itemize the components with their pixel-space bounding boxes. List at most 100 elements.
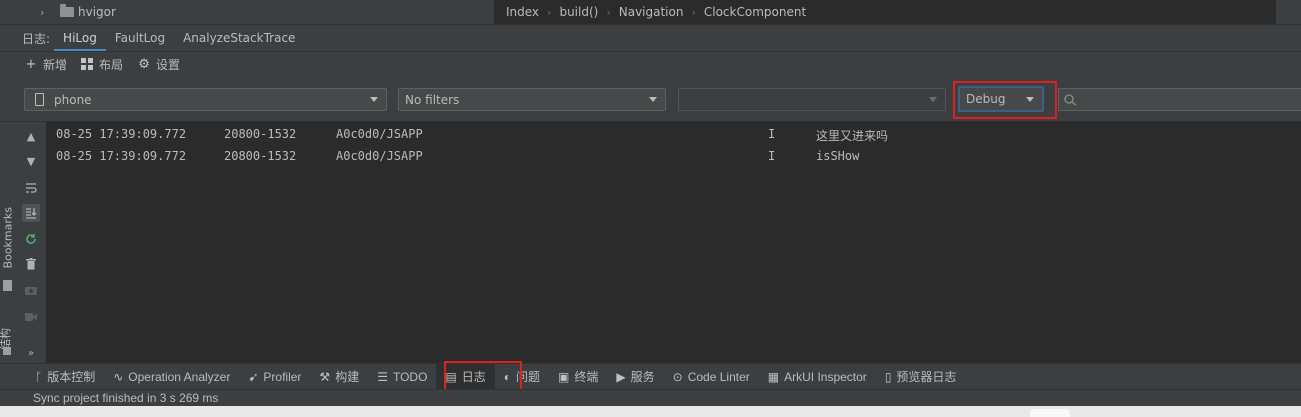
breadcrumb-item[interactable]: Index <box>506 5 539 19</box>
chart-icon: ∿ <box>113 369 124 384</box>
tab-analyze-stack-trace[interactable]: AnalyzeStackTrace <box>174 25 304 52</box>
tool-label: 终端 <box>574 370 599 384</box>
tool-label: 版本控制 <box>47 370 96 384</box>
list-icon: ☰ <box>377 369 388 384</box>
linter-icon: ⊙ <box>672 369 683 384</box>
chevron-right-icon: › <box>691 5 696 19</box>
filter-row: phone No filters Debug <box>0 76 1301 122</box>
editor-gutter <box>1276 0 1301 24</box>
breadcrumb-item[interactable]: Navigation <box>619 5 684 19</box>
scroll-down-icon[interactable]: ▼ <box>22 152 40 170</box>
version-control-button[interactable]: ᚴ 版本控制 <box>26 364 104 390</box>
log-actions-column: ▲ ▼ » <box>16 122 46 363</box>
gear-icon: ⚙ <box>138 56 150 72</box>
inspector-icon: ▦ <box>767 369 780 384</box>
log-pid: 20800-1532 <box>224 127 297 141</box>
chevron-down-icon <box>929 97 937 102</box>
structure-icon <box>3 347 11 355</box>
grid-icon <box>81 58 94 70</box>
log-message: 这里又进来吗 <box>816 129 889 143</box>
highlight-box <box>953 81 1057 119</box>
layout-button[interactable]: 布局 <box>81 56 123 73</box>
folder-name: hvigor <box>78 5 116 19</box>
device-value: phone <box>54 92 92 107</box>
log-output[interactable]: 08-25 17:39:09.772 20800-1532 A0c0d0/JSA… <box>46 122 1301 363</box>
tab-faultlog[interactable]: FaultLog <box>106 25 174 52</box>
filter-select[interactable]: No filters <box>398 88 666 111</box>
tool-label: 预览器日志 <box>896 370 957 384</box>
chevron-right-icon: › <box>606 5 611 19</box>
settings-label: 设置 <box>156 57 181 72</box>
chevron-down-icon <box>649 97 657 102</box>
branch-icon: ᚴ <box>35 369 43 384</box>
terminal-button[interactable]: ▣ 终端 <box>549 364 607 390</box>
log-time: 08-25 17:39:09.772 <box>56 127 187 141</box>
camera-icon[interactable] <box>22 281 40 299</box>
restart-icon[interactable] <box>22 230 40 248</box>
footer-tab <box>1030 409 1070 417</box>
status-message[interactable]: Sync project finished in 3 s 269 ms <box>33 391 218 405</box>
profiler-button[interactable]: ➹ Profiler <box>239 364 310 390</box>
tool-window-label: 日志: <box>22 31 51 46</box>
soft-wrap-icon[interactable] <box>22 179 40 197</box>
tool-label: Profiler <box>263 369 302 384</box>
video-icon[interactable] <box>22 308 40 326</box>
log-row: 08-25 17:39:09.772 20800-1532 A0c0d0/JSA… <box>46 147 1301 165</box>
new-label: 新增 <box>43 57 68 72</box>
breadcrumb: Index › build() › Navigation › ClockComp… <box>494 0 1276 24</box>
search-icon <box>1064 93 1077 106</box>
left-side-rail: Bookmarks 结构 <box>0 122 16 363</box>
log-tab-bar: 日志: HiLog FaultLog AnalyzeStackTrace <box>0 24 1301 52</box>
scroll-to-end-icon[interactable] <box>22 204 40 222</box>
arkui-inspector-button[interactable]: ▦ ArkUI Inspector <box>759 364 876 390</box>
log-level: I <box>768 127 776 141</box>
services-button[interactable]: ▶ 服务 <box>607 364 663 390</box>
layout-label: 布局 <box>99 57 124 72</box>
tool-label: ArkUI Inspector <box>784 369 867 384</box>
build-button[interactable]: ⚒ 构建 <box>310 364 368 390</box>
previewer-log-button[interactable]: ▯ 预览器日志 <box>876 364 966 390</box>
device-select[interactable]: phone <box>24 88 387 111</box>
bottom-tool-bar: ᚴ 版本控制 ∿ Operation Analyzer ➹ Profiler ⚒ 构建 … <box>0 363 1301 390</box>
tool-label: Code Linter <box>687 369 750 384</box>
code-linter-button[interactable]: ⊙ Code Linter <box>664 364 759 390</box>
process-select[interactable] <box>678 88 946 111</box>
chevron-down-icon <box>370 97 378 102</box>
footer-strip <box>0 406 1301 417</box>
filter-value: No filters <box>405 92 460 107</box>
plus-icon: + <box>25 56 37 72</box>
document-icon: ▯ <box>884 369 892 384</box>
log-row: 08-25 17:39:09.772 20800-1532 A0c0d0/JSA… <box>46 125 1301 143</box>
log-tag: A0c0d0/JSAPP <box>336 127 423 141</box>
tool-label: 构建 <box>335 370 360 384</box>
log-message: isSHow <box>816 149 860 163</box>
terminal-icon: ▣ <box>558 369 570 384</box>
project-tree-row[interactable]: › hvigor <box>0 0 493 24</box>
hammer-icon: ⚒ <box>319 369 331 384</box>
play-icon: ▶ <box>616 369 626 384</box>
trash-icon[interactable] <box>22 255 40 273</box>
log-pid: 20800-1532 <box>224 149 297 163</box>
more-icon[interactable]: » <box>22 344 40 362</box>
search-input[interactable] <box>1058 88 1301 111</box>
tab-hilog[interactable]: HiLog <box>54 25 106 52</box>
todo-button[interactable]: ☰ TODO <box>368 364 436 390</box>
status-bar: Sync project finished in 3 s 269 ms <box>0 389 1301 406</box>
phone-icon <box>35 93 44 106</box>
structure-tab[interactable]: 结构 <box>0 320 13 350</box>
chevron-right-icon[interactable]: › <box>40 6 50 19</box>
operation-analyzer-button[interactable]: ∿ Operation Analyzer <box>104 364 239 390</box>
bookmarks-tab[interactable]: Bookmarks <box>2 207 15 268</box>
breadcrumb-item[interactable]: ClockComponent <box>704 5 806 19</box>
tool-label: Operation Analyzer <box>128 369 231 384</box>
settings-button[interactable]: ⚙ 设置 <box>137 56 180 73</box>
log-tag: A0c0d0/JSAPP <box>336 149 423 163</box>
tool-label: TODO <box>392 369 428 384</box>
tool-label: 服务 <box>630 370 655 384</box>
scroll-up-icon[interactable]: ▲ <box>22 127 40 145</box>
new-button[interactable]: + 新增 <box>24 56 67 73</box>
log-toolbar: + 新增 布局 ⚙ 设置 <box>0 51 1301 76</box>
profiler-icon: ➹ <box>248 369 259 384</box>
breadcrumb-item[interactable]: build() <box>559 5 598 19</box>
folder-icon <box>60 4 74 17</box>
